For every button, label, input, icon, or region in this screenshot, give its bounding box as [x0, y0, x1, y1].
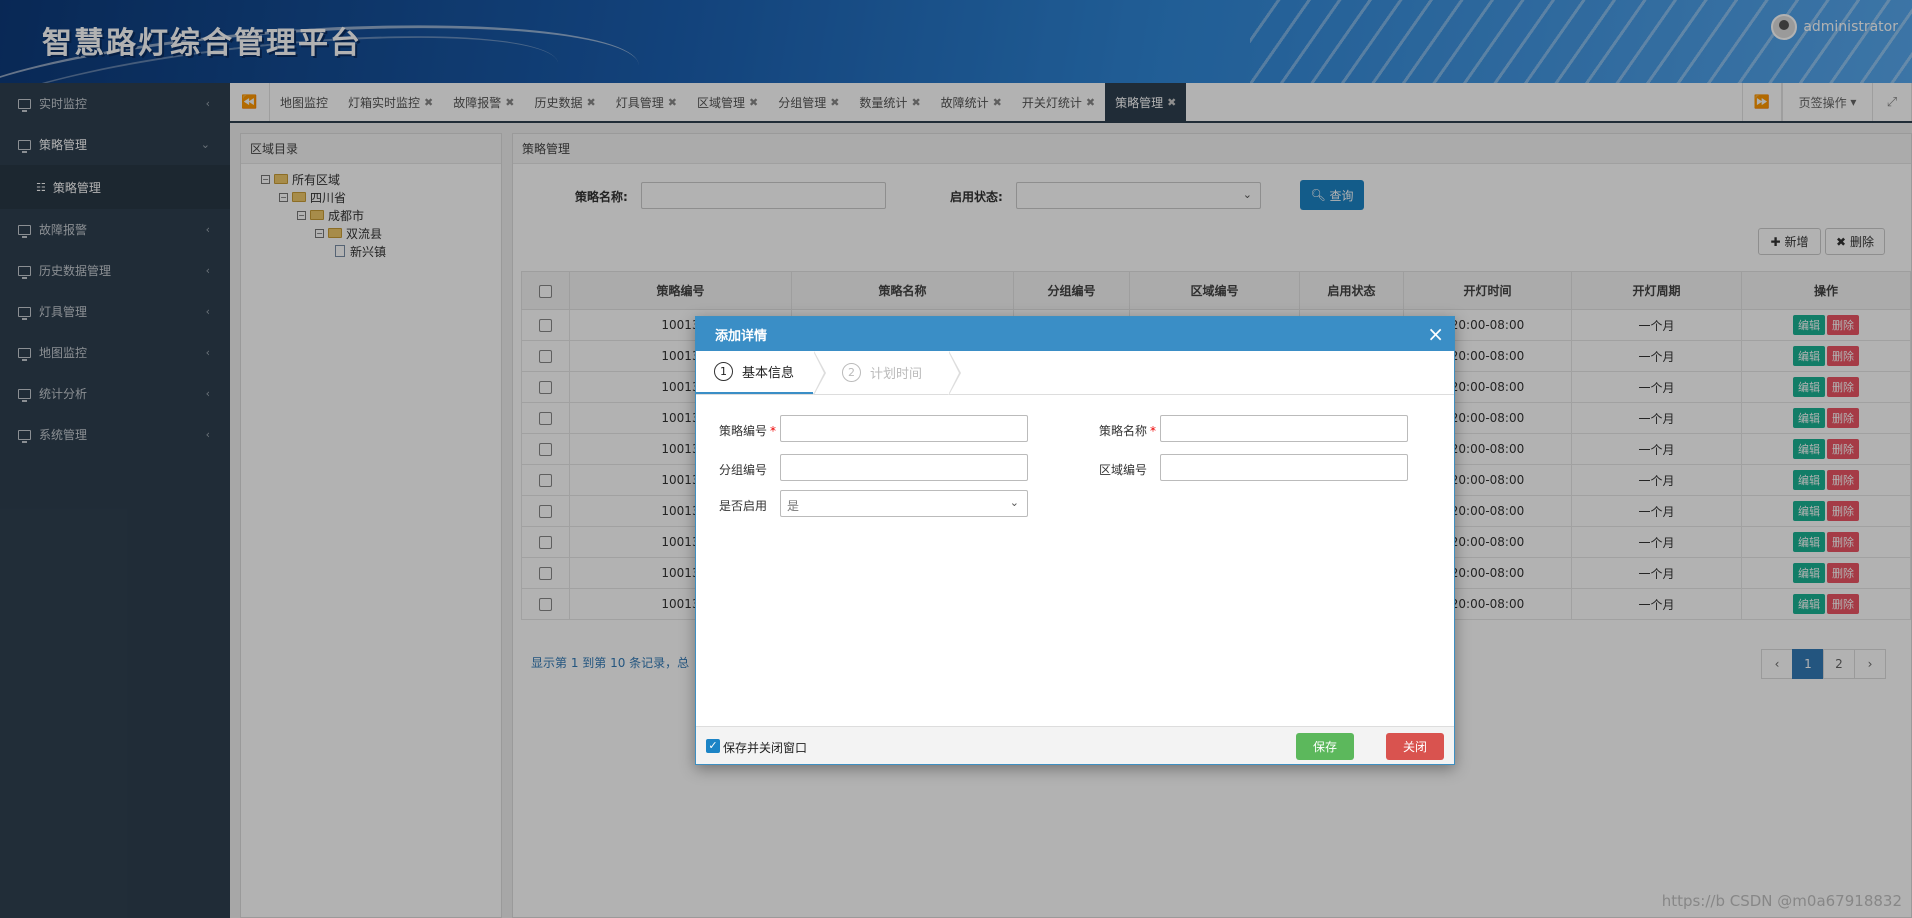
- step-number: 1: [714, 362, 733, 381]
- save-button[interactable]: 保存: [1296, 733, 1354, 760]
- dialog-body: 策略编号 * 策略名称 * 分组编号 区域编号 是否启用 是 ⌄: [696, 395, 1454, 728]
- save-close-label[interactable]: 保存并关闭窗口: [723, 739, 807, 756]
- group-id-label: 分组编号: [719, 463, 768, 477]
- step-divider: [948, 351, 959, 395]
- required-marker: *: [1150, 424, 1157, 438]
- area-id-input[interactable]: [1160, 454, 1408, 481]
- add-detail-dialog: 添加详情 × 1 基本信息 2 计划时间 策略编号 * 策略名称 * 分组编号 区域…: [695, 316, 1455, 765]
- policy-id-label: 策略编号 *: [719, 422, 776, 439]
- enabled-label: 是否启用: [719, 499, 768, 513]
- wizard-steps: 1 基本信息 2 计划时间: [696, 351, 1454, 395]
- step-divider: [813, 351, 824, 395]
- close-button[interactable]: 关闭: [1386, 733, 1444, 760]
- step-basic-info[interactable]: 1 基本信息: [696, 351, 814, 394]
- dialog-title: 添加详情: [715, 328, 768, 344]
- policy-name-label: 策略名称 *: [1099, 422, 1156, 439]
- policy-name-input[interactable]: [1160, 415, 1408, 442]
- save-close-checkbox[interactable]: ✓: [706, 739, 720, 753]
- close-icon[interactable]: ×: [1427, 322, 1444, 346]
- group-id-input[interactable]: [780, 454, 1028, 481]
- step-label: 计划时间: [870, 367, 923, 382]
- required-marker: *: [770, 424, 777, 438]
- dialog-header: 添加详情 ×: [696, 317, 1454, 351]
- area-id-label: 区域编号: [1099, 463, 1148, 477]
- dialog-footer: ✓ 保存并关闭窗口 保存 关闭: [696, 726, 1454, 764]
- step-number: 2: [842, 363, 861, 382]
- enabled-select-value: 是: [787, 499, 800, 513]
- field-label-text: 策略编号: [719, 424, 768, 438]
- step-plan-time[interactable]: 2 计划时间: [824, 351, 949, 394]
- policy-id-input[interactable]: [780, 415, 1028, 442]
- field-label-text: 策略名称: [1099, 424, 1148, 438]
- enabled-select[interactable]: 是 ⌄: [780, 490, 1028, 517]
- step-label: 基本信息: [742, 366, 795, 381]
- watermark: https://b CSDN @m0a67918832: [1661, 892, 1902, 910]
- chevron-down-icon: ⌄: [1009, 496, 1019, 509]
